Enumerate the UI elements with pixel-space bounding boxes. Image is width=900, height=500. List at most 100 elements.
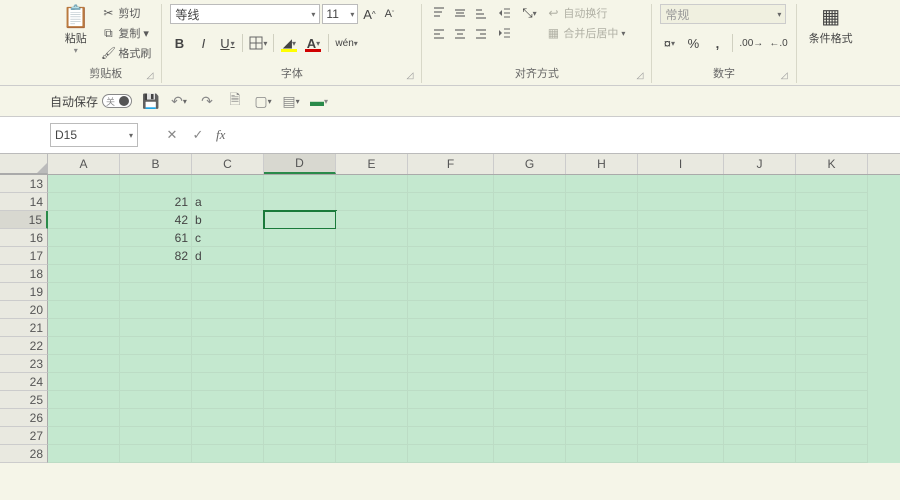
row-header-22[interactable]: 22 — [0, 337, 48, 355]
cell-J15[interactable] — [724, 211, 796, 229]
dialog-launcher-icon[interactable]: ◿ — [781, 70, 788, 81]
font-color-button[interactable]: A ▾ — [304, 34, 322, 52]
cell-B14[interactable]: 21 — [120, 193, 192, 211]
cell-F16[interactable] — [408, 229, 494, 247]
cell-E19[interactable] — [336, 283, 408, 301]
cell-D26[interactable] — [264, 409, 336, 427]
cell-C23[interactable] — [192, 355, 264, 373]
cell-E13[interactable] — [336, 175, 408, 193]
row-header-21[interactable]: 21 — [0, 319, 48, 337]
cell-G23[interactable] — [494, 355, 566, 373]
cell-E23[interactable] — [336, 355, 408, 373]
row-header-24[interactable]: 24 — [0, 373, 48, 391]
cell-B13[interactable] — [120, 175, 192, 193]
cell-D28[interactable] — [264, 445, 336, 463]
cell-G24[interactable] — [494, 373, 566, 391]
column-header-G[interactable]: G — [494, 154, 566, 174]
align-left-button[interactable] — [430, 25, 448, 43]
dialog-launcher-icon[interactable]: ◿ — [636, 70, 643, 81]
cell-I17[interactable] — [638, 247, 724, 265]
cell-B17[interactable]: 82 — [120, 247, 192, 265]
cell-E14[interactable] — [336, 193, 408, 211]
cell-I24[interactable] — [638, 373, 724, 391]
cell-G20[interactable] — [494, 301, 566, 319]
row-header-26[interactable]: 26 — [0, 409, 48, 427]
cell-G15[interactable] — [494, 211, 566, 229]
cell-H21[interactable] — [566, 319, 638, 337]
cell-E22[interactable] — [336, 337, 408, 355]
cell-E25[interactable] — [336, 391, 408, 409]
cell-F20[interactable] — [408, 301, 494, 319]
cell-J27[interactable] — [724, 427, 796, 445]
fx-label[interactable]: fx — [216, 127, 225, 143]
cell-E15[interactable] — [336, 211, 408, 229]
row-header-28[interactable]: 28 — [0, 445, 48, 463]
cell-B22[interactable] — [120, 337, 192, 355]
save-button[interactable]: 💾 — [142, 92, 160, 110]
cell-B16[interactable]: 61 — [120, 229, 192, 247]
cell-C19[interactable] — [192, 283, 264, 301]
cell-D18[interactable] — [264, 265, 336, 283]
row-header-17[interactable]: 17 — [0, 247, 48, 265]
cell-F25[interactable] — [408, 391, 494, 409]
cell-B28[interactable] — [120, 445, 192, 463]
cell-F19[interactable] — [408, 283, 494, 301]
cell-I20[interactable] — [638, 301, 724, 319]
cell-G26[interactable] — [494, 409, 566, 427]
column-header-E[interactable]: E — [336, 154, 408, 174]
row-header-20[interactable]: 20 — [0, 301, 48, 319]
cell-K19[interactable] — [796, 283, 868, 301]
cell-J17[interactable] — [724, 247, 796, 265]
cell-D16[interactable] — [264, 229, 336, 247]
dialog-launcher-icon[interactable]: ◿ — [146, 70, 153, 81]
cell-K23[interactable] — [796, 355, 868, 373]
cell-J20[interactable] — [724, 301, 796, 319]
cell-F18[interactable] — [408, 265, 494, 283]
cell-E17[interactable] — [336, 247, 408, 265]
merge-center-button[interactable]: ▦ 合并后居中 ▾ — [544, 24, 627, 42]
row-header-27[interactable]: 27 — [0, 427, 48, 445]
cell-C14[interactable]: a — [192, 193, 264, 211]
cell-I14[interactable] — [638, 193, 724, 211]
cell-I13[interactable] — [638, 175, 724, 193]
number-format-combo[interactable]: 常规 ▾ — [660, 4, 786, 24]
align-right-button[interactable] — [472, 25, 490, 43]
increase-indent-button[interactable] — [496, 24, 514, 42]
cell-E28[interactable] — [336, 445, 408, 463]
cell-H17[interactable] — [566, 247, 638, 265]
cell-A26[interactable] — [48, 409, 120, 427]
conditional-formatting-button[interactable]: ▦ 条件格式 — [805, 4, 857, 48]
cell-E21[interactable] — [336, 319, 408, 337]
bold-button[interactable]: B — [170, 34, 188, 52]
cell-K15[interactable] — [796, 211, 868, 229]
cell-D22[interactable] — [264, 337, 336, 355]
cell-A20[interactable] — [48, 301, 120, 319]
cell-K21[interactable] — [796, 319, 868, 337]
cell-G13[interactable] — [494, 175, 566, 193]
italic-button[interactable]: I — [194, 34, 212, 52]
cell-E24[interactable] — [336, 373, 408, 391]
cell-A19[interactable] — [48, 283, 120, 301]
cell-A14[interactable] — [48, 193, 120, 211]
cell-H15[interactable] — [566, 211, 638, 229]
cell-C15[interactable]: b — [192, 211, 264, 229]
qat-grid-button[interactable]: ▤▾ — [282, 92, 300, 110]
cell-J23[interactable] — [724, 355, 796, 373]
cell-D15[interactable] — [264, 211, 336, 229]
cell-B27[interactable] — [120, 427, 192, 445]
undo-button[interactable]: ↶▾ — [170, 92, 188, 110]
qat-shape-button[interactable]: ▬▾ — [310, 92, 328, 110]
cell-D23[interactable] — [264, 355, 336, 373]
phonetic-button[interactable]: wén▾ — [335, 34, 357, 52]
format-painter-button[interactable]: 🖌 格式刷 — [99, 44, 153, 62]
copy-button[interactable]: ⧉ 复制 ▾ — [99, 24, 153, 42]
borders-button[interactable]: ▾ — [249, 34, 267, 52]
cell-J25[interactable] — [724, 391, 796, 409]
cell-B25[interactable] — [120, 391, 192, 409]
cell-C24[interactable] — [192, 373, 264, 391]
cell-B23[interactable] — [120, 355, 192, 373]
align-top-button[interactable] — [430, 4, 448, 22]
cell-H13[interactable] — [566, 175, 638, 193]
column-header-F[interactable]: F — [408, 154, 494, 174]
cell-G27[interactable] — [494, 427, 566, 445]
